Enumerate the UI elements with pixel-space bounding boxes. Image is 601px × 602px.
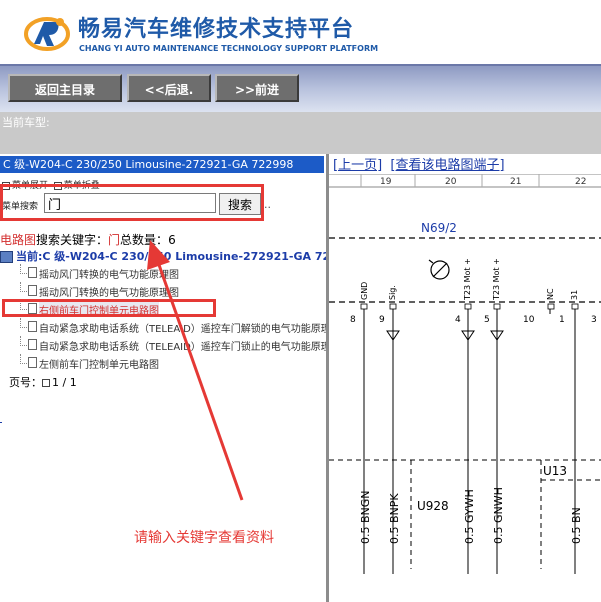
result-keyword-label: 搜索关键字：: [36, 233, 109, 247]
document-icon: [28, 285, 37, 296]
search-highlight-box: [0, 184, 264, 221]
document-icon: [28, 339, 37, 350]
column-number: 21: [510, 177, 521, 187]
tree-item-label: 自动紧急求助电话系统（TELEAID）遥控车门锁止的电气功能原理图: [39, 342, 326, 353]
component-label: N69/2: [421, 221, 457, 235]
current-vehicle-label: 当前:C 级-W204-C 230/250 Limousine-272921-G…: [16, 250, 326, 263]
connector-label: U13: [543, 464, 567, 478]
view-terminals-link[interactable]: [查看该电路图端子]: [390, 158, 504, 173]
tree-item-label: 摇动风门转换的电气功能原理图: [39, 288, 179, 299]
selected-item-highlight-box: [2, 299, 216, 317]
wire-label: 0.5 BN: [570, 507, 583, 544]
pin-number: 4: [455, 315, 461, 325]
connector-label: U928: [417, 499, 449, 513]
result-count-label: 总数量：: [120, 233, 169, 247]
pin-number: 3: [591, 315, 597, 325]
schematic-links: [上一页] [查看该电路图端子]: [333, 154, 505, 173]
search-result-summary: 电路图搜索关键字：门总数量：6: [0, 231, 176, 248]
pin-number: 10: [523, 315, 535, 325]
tree-item[interactable]: 自动紧急求助电话系统（TELEAID）遥控车门锁止的电气功能原理图: [0, 336, 326, 354]
column-number: 22: [575, 177, 586, 187]
result-tree: 摇动风门转换的电气功能原理图 摇动风门转换的电气功能原理图 右侧前车门控制单元电…: [0, 264, 326, 372]
tree-item[interactable]: 自动紧急求助电话系统（TELEAID）遥控车门解锁的电气功能原理图: [0, 318, 326, 336]
nav-bar: 返回主目录 <<后退. >>前进: [0, 64, 601, 114]
wiring-diagram: 19 20 21 22 N69/2 GND Sig. T23 Mot + T23…: [329, 174, 601, 574]
page-checkbox[interactable]: [42, 379, 50, 387]
cy-logo-icon: [24, 17, 70, 51]
annotation-instruction: 请输入关键字查看资料: [134, 530, 274, 546]
prev-page-link[interactable]: [上一页]: [333, 158, 382, 173]
tree-item[interactable]: 摇动风门转换的电气功能原理图: [0, 282, 326, 300]
computer-icon: [0, 251, 13, 263]
pin-number: 1: [559, 315, 565, 325]
back-button[interactable]: <<后退.: [127, 74, 211, 102]
result-count: 6: [168, 233, 176, 247]
pin-name: GND: [360, 282, 369, 300]
page-value: 1 / 1: [52, 376, 77, 389]
tree-item-label: 摇动风门转换的电气功能原理图: [39, 270, 179, 281]
forward-button[interactable]: >>前进: [215, 74, 299, 102]
page-label: 页号：: [9, 376, 42, 389]
tree-item[interactable]: 左侧前车门控制单元电路图: [0, 354, 326, 372]
column-number: 20: [445, 177, 457, 187]
document-icon: [28, 357, 37, 368]
pin-number: 5: [484, 315, 490, 325]
wire-label: 0.5 BNPK: [388, 493, 401, 544]
home-button[interactable]: 返回主目录: [8, 74, 122, 102]
platform-subtitle: CHANG YI AUTO MAINTENANCE TECHNOLOGY SUP…: [79, 44, 379, 53]
wire-label: 0.5 BNGN: [359, 490, 372, 544]
model-bar: 当前车型:: [0, 112, 601, 154]
platform-title: 畅易汽车维修技术支持平台: [78, 17, 355, 42]
pin-name: NC: [546, 288, 555, 300]
result-category: 电路图: [0, 233, 37, 247]
wire-label: 0.5 GNWH: [492, 487, 505, 544]
schematic-panel: [上一页] [查看该电路图端子] 19 20 21 22 N69/2 GND S…: [329, 154, 601, 602]
pin-name: T23 Mot +: [463, 258, 472, 301]
wire-label: 0.5 GYWH: [463, 489, 476, 544]
pin-name: T23 Mot +: [492, 258, 501, 301]
tree-item-label: 自动紧急求助电话系统（TELEAID）遥控车门解锁的电气功能原理图: [39, 324, 326, 335]
pin-number: 9: [379, 315, 385, 325]
column-number: 19: [380, 177, 392, 187]
current-vehicle-node[interactable]: 当前:C 级-W204-C 230/250 Limousine-272921-G…: [0, 248, 326, 264]
pin-name: 31: [570, 290, 579, 300]
pin-name: Sig.: [388, 285, 397, 300]
search-more: ..: [264, 198, 271, 211]
pager: 页号： 1 / 1: [9, 374, 77, 390]
pin-number: 8: [350, 315, 356, 325]
tree-item-label: 左侧前车门控制单元电路图: [39, 360, 159, 371]
tree-item[interactable]: 摇动风门转换的电气功能原理图: [0, 264, 326, 282]
document-icon: [28, 321, 37, 332]
document-icon: [28, 267, 37, 278]
current-model-label: 当前车型:: [2, 116, 50, 129]
stray-link: [0, 422, 2, 423]
vehicle-title: C 级-W204-C 230/250 Limousine-272921-GA 7…: [0, 156, 324, 173]
result-keyword: 门: [108, 233, 121, 247]
header: 畅易汽车维修技术支持平台 CHANG YI AUTO MAINTENANCE T…: [0, 0, 601, 64]
